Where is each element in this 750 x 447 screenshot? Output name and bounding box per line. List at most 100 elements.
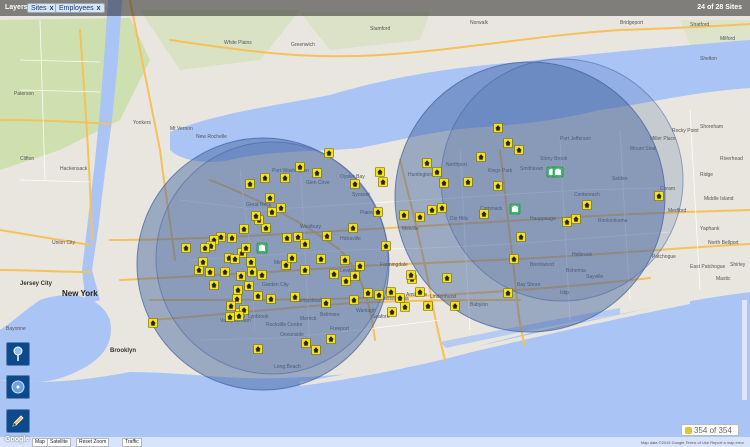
remove-layer-icon[interactable]: x (50, 5, 54, 12)
layer-chip-sites[interactable]: Sites x (27, 3, 58, 13)
employee-marker[interactable] (290, 292, 300, 302)
employee-marker[interactable] (225, 312, 235, 322)
employee-marker[interactable] (261, 223, 271, 233)
map-scrollbar[interactable] (742, 300, 747, 400)
employee-marker[interactable] (276, 203, 286, 213)
employee-marker[interactable] (582, 200, 592, 210)
employee-marker[interactable] (415, 212, 425, 222)
employee-marker[interactable] (220, 267, 230, 277)
employee-marker[interactable] (350, 271, 360, 281)
employee-marker[interactable] (427, 205, 437, 215)
employee-marker[interactable] (406, 270, 416, 280)
employee-marker[interactable] (415, 287, 425, 297)
employee-marker[interactable] (300, 265, 310, 275)
employee-marker[interactable] (209, 280, 219, 290)
employee-marker[interactable] (247, 267, 257, 277)
employee-marker[interactable] (476, 152, 486, 162)
employee-marker[interactable] (439, 178, 449, 188)
employee-marker[interactable] (450, 301, 460, 311)
map-type-satellite-button[interactable]: Satellite (47, 438, 71, 447)
employee-marker[interactable] (503, 288, 513, 298)
location-pin-tool[interactable] (6, 342, 30, 366)
site-marker[interactable] (509, 203, 521, 215)
employee-marker[interactable] (355, 261, 365, 271)
employee-marker[interactable] (239, 224, 249, 234)
employee-marker[interactable] (241, 243, 251, 253)
employee-marker[interactable] (387, 307, 397, 317)
layer-chip-employees[interactable]: Employees x (55, 3, 105, 13)
employee-marker[interactable] (571, 214, 581, 224)
employee-marker[interactable] (267, 207, 277, 217)
employee-marker[interactable] (253, 291, 263, 301)
employee-marker[interactable] (432, 167, 442, 177)
radius-circle[interactable] (440, 58, 684, 302)
employee-marker[interactable] (493, 123, 503, 133)
employee-marker[interactable] (181, 243, 191, 253)
employee-marker[interactable] (381, 241, 391, 251)
radius-tool[interactable] (6, 375, 30, 399)
employee-marker[interactable] (463, 177, 473, 187)
employee-marker[interactable] (321, 298, 331, 308)
employee-marker[interactable] (280, 173, 290, 183)
employee-marker[interactable] (230, 254, 240, 264)
employee-marker[interactable] (253, 344, 263, 354)
employee-marker[interactable] (442, 273, 452, 283)
employee-marker[interactable] (399, 210, 409, 220)
employee-marker[interactable] (257, 270, 267, 280)
employee-marker[interactable] (301, 338, 311, 348)
employee-marker[interactable] (205, 267, 215, 277)
employee-marker[interactable] (300, 239, 310, 249)
employee-marker[interactable] (349, 295, 359, 305)
employee-marker[interactable] (236, 271, 246, 281)
employee-marker[interactable] (503, 138, 513, 148)
remove-layer-icon[interactable]: x (97, 5, 101, 12)
employee-marker[interactable] (312, 168, 322, 178)
employee-marker[interactable] (316, 254, 326, 264)
employee-marker[interactable] (350, 179, 360, 189)
employee-marker[interactable] (282, 233, 292, 243)
employee-marker[interactable] (493, 181, 503, 191)
radius-circle[interactable] (155, 141, 389, 375)
employee-marker[interactable] (562, 217, 572, 227)
employee-marker[interactable] (516, 232, 526, 242)
employee-marker[interactable] (245, 179, 255, 189)
employee-marker[interactable] (322, 231, 332, 241)
employee-marker[interactable] (233, 285, 243, 295)
employee-marker[interactable] (251, 211, 261, 221)
employee-marker[interactable] (509, 254, 519, 264)
employee-marker[interactable] (194, 265, 204, 275)
employee-marker[interactable] (295, 162, 305, 172)
employee-marker[interactable] (386, 287, 396, 297)
draw-tool[interactable] (6, 409, 30, 433)
employee-marker[interactable] (340, 255, 350, 265)
employee-marker[interactable] (422, 158, 432, 168)
map-canvas[interactable]: Yonkers White Plains Greenwich Mt Vernon… (0, 0, 750, 447)
employee-marker[interactable] (234, 311, 244, 321)
site-marker[interactable] (256, 242, 268, 254)
traffic-button[interactable]: Traffic (122, 438, 142, 447)
employee-marker[interactable] (375, 167, 385, 177)
employee-marker[interactable] (373, 207, 383, 217)
reset-zoom-button[interactable]: Reset Zoom (76, 438, 110, 447)
employee-marker[interactable] (654, 191, 664, 201)
employee-marker[interactable] (324, 148, 334, 158)
employee-marker[interactable] (374, 290, 384, 300)
employee-marker[interactable] (265, 193, 275, 203)
employee-marker[interactable] (244, 281, 254, 291)
employee-marker[interactable] (326, 334, 336, 344)
employee-marker[interactable] (227, 233, 237, 243)
site-marker[interactable] (552, 166, 564, 178)
employee-marker[interactable] (423, 301, 433, 311)
employee-marker[interactable] (378, 177, 388, 187)
employee-marker[interactable] (198, 257, 208, 267)
employee-marker[interactable] (400, 302, 410, 312)
employee-marker[interactable] (395, 293, 405, 303)
employee-marker[interactable] (514, 145, 524, 155)
employee-marker[interactable] (260, 173, 270, 183)
employee-marker[interactable] (266, 294, 276, 304)
employee-marker[interactable] (200, 243, 210, 253)
employee-marker[interactable] (246, 257, 256, 267)
employee-marker[interactable] (148, 318, 158, 328)
employee-marker[interactable] (226, 301, 236, 311)
employee-marker[interactable] (437, 203, 447, 213)
